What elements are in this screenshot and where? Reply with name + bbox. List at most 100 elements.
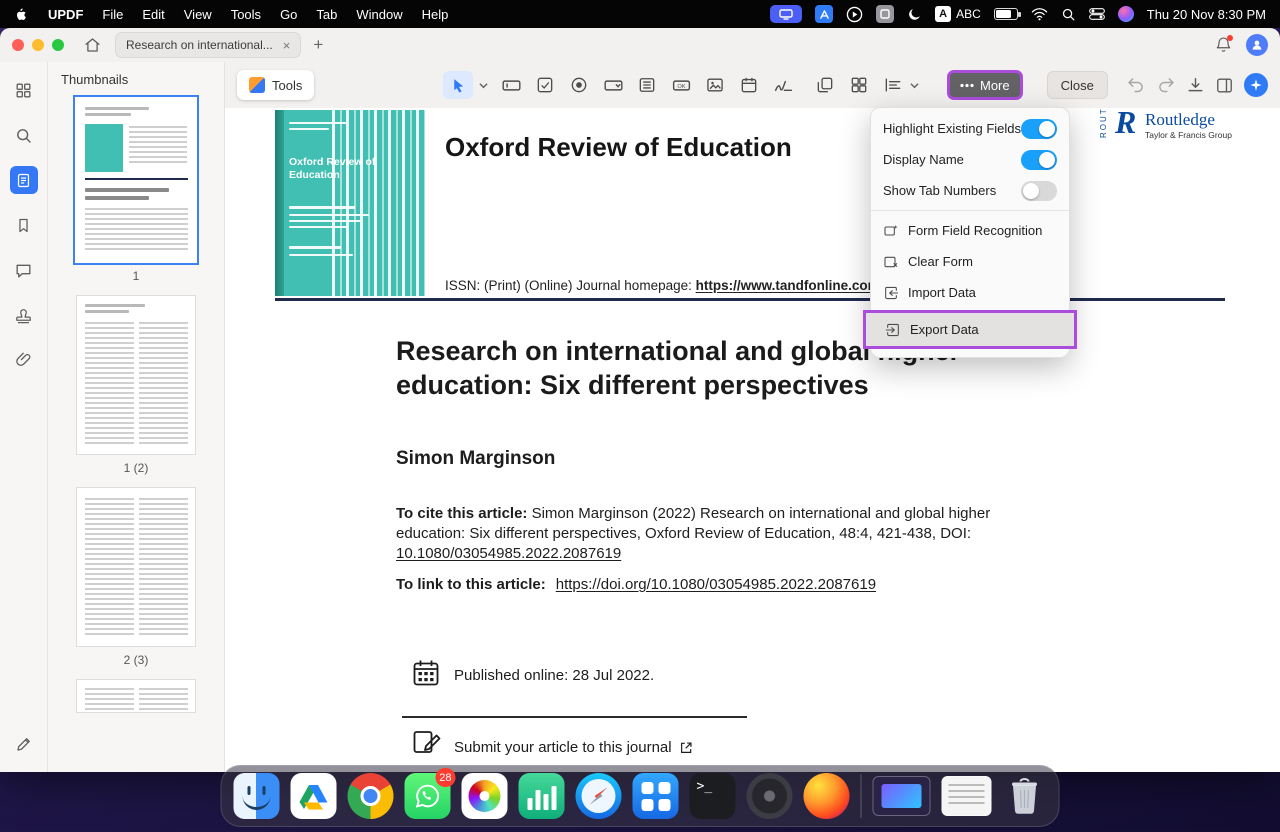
zoom-window-button[interactable] bbox=[52, 39, 64, 51]
updf-ai-icon[interactable] bbox=[1244, 73, 1268, 97]
menu-item-clear-form[interactable]: Clear Form bbox=[871, 246, 1069, 277]
wifi-icon[interactable] bbox=[1031, 7, 1048, 21]
chrome-icon[interactable] bbox=[348, 773, 394, 819]
copy-fields-tool[interactable] bbox=[814, 72, 836, 98]
undo-icon[interactable] bbox=[1126, 76, 1146, 94]
radio-button-tool[interactable] bbox=[568, 72, 590, 98]
menu-window[interactable]: Window bbox=[356, 7, 402, 22]
select-tool-button[interactable] bbox=[443, 71, 473, 99]
battery-icon[interactable] bbox=[994, 8, 1018, 20]
menu-item-highlight-existing-fields[interactable]: Highlight Existing Fields bbox=[871, 113, 1069, 144]
spotlight-search-icon[interactable] bbox=[1061, 7, 1076, 22]
new-tab-button[interactable]: + bbox=[313, 35, 323, 55]
trash-icon[interactable] bbox=[1003, 773, 1047, 819]
menu-help[interactable]: Help bbox=[422, 7, 449, 22]
menu-item-export-data[interactable]: Export Data bbox=[866, 313, 1074, 346]
display-name-toggle[interactable] bbox=[1021, 150, 1057, 170]
menu-item-form-field-recognition[interactable]: Form Field Recognition bbox=[871, 215, 1069, 246]
thumbnails-panel-icon[interactable] bbox=[10, 166, 38, 194]
search-icon[interactable] bbox=[10, 121, 38, 149]
siri-icon[interactable] bbox=[1118, 6, 1134, 22]
align-tool-chevron-icon[interactable] bbox=[910, 82, 919, 89]
multiple-fields-tool[interactable] bbox=[848, 72, 870, 98]
finder-icon[interactable] bbox=[234, 773, 280, 819]
menu-file[interactable]: File bbox=[102, 7, 123, 22]
terminal-icon[interactable]: >_ bbox=[690, 773, 736, 819]
menu-view[interactable]: View bbox=[184, 7, 212, 22]
bookmarks-icon[interactable] bbox=[10, 211, 38, 239]
home-icon[interactable] bbox=[84, 37, 101, 53]
input-source-label: ABC bbox=[956, 7, 981, 21]
close-form-mode-button[interactable]: Close bbox=[1047, 71, 1108, 99]
date-field-tool[interactable] bbox=[738, 72, 760, 98]
play-status-icon[interactable] bbox=[846, 6, 863, 23]
highlight-existing-fields-toggle[interactable] bbox=[1021, 119, 1057, 139]
submit-article-label[interactable]: Submit your article to this journal bbox=[454, 739, 672, 756]
window-preview-1[interactable] bbox=[873, 776, 931, 816]
journal-homepage-link[interactable]: https://www.tandfonline.com bbox=[696, 278, 880, 293]
page-thumbnail-1[interactable] bbox=[75, 97, 197, 263]
do-not-disturb-moon-icon[interactable] bbox=[907, 7, 922, 22]
align-fields-tool[interactable] bbox=[882, 72, 904, 98]
menu-item-show-tab-numbers[interactable]: Show Tab Numbers bbox=[871, 175, 1069, 206]
menu-tab[interactable]: Tab bbox=[316, 7, 337, 22]
attachments-paperclip-icon[interactable] bbox=[10, 346, 38, 374]
user-avatar[interactable] bbox=[1246, 34, 1268, 56]
input-source-indicator[interactable]: A ABC bbox=[935, 6, 981, 22]
pen-tool-icon[interactable] bbox=[10, 730, 38, 758]
app-grid-icon[interactable] bbox=[633, 773, 679, 819]
document-tab[interactable]: Research on international... × bbox=[115, 32, 301, 58]
checkbox-tool[interactable] bbox=[534, 72, 556, 98]
article-url-link[interactable]: https://doi.org/10.1080/03054985.2022.20… bbox=[556, 576, 876, 593]
safari-icon[interactable] bbox=[576, 773, 622, 819]
photos-icon[interactable] bbox=[462, 773, 508, 819]
page-thumbnail-2[interactable] bbox=[76, 295, 196, 455]
image-field-tool[interactable] bbox=[704, 72, 726, 98]
tools-icon bbox=[249, 77, 265, 93]
external-link-icon[interactable] bbox=[679, 741, 693, 755]
menu-tools[interactable]: Tools bbox=[231, 7, 261, 22]
menu-go[interactable]: Go bbox=[280, 7, 297, 22]
list-box-tool[interactable] bbox=[636, 72, 658, 98]
show-tab-numbers-toggle[interactable] bbox=[1021, 181, 1057, 201]
left-icon-rail bbox=[0, 62, 48, 772]
spreadsheet-app-icon[interactable] bbox=[519, 773, 565, 819]
doi-link[interactable]: 10.1080/03054985.2022.2087619 bbox=[396, 545, 621, 562]
menu-item-display-name[interactable]: Display Name bbox=[871, 144, 1069, 175]
page-thumbnail-4[interactable] bbox=[76, 679, 196, 713]
minimize-window-button[interactable] bbox=[32, 39, 44, 51]
tools-button[interactable]: Tools bbox=[237, 70, 314, 100]
select-tool-chevron-icon[interactable] bbox=[479, 82, 488, 89]
utility-app-icon[interactable] bbox=[876, 5, 894, 23]
menubar-app-name[interactable]: UPDF bbox=[48, 7, 83, 22]
menu-item-import-data[interactable]: Import Data bbox=[871, 277, 1069, 308]
dropdown-field-tool[interactable] bbox=[602, 72, 624, 98]
disc-app-icon[interactable] bbox=[747, 773, 793, 819]
grid-view-icon[interactable] bbox=[10, 76, 38, 104]
comments-icon[interactable] bbox=[10, 256, 38, 284]
firefox-icon[interactable] bbox=[804, 773, 850, 819]
drive-icon[interactable] bbox=[291, 773, 337, 819]
more-button[interactable]: More bbox=[947, 70, 1023, 100]
close-tab-icon[interactable]: × bbox=[283, 38, 291, 53]
issn-prefix: ISSN: (Print) (Online) Journal homepage: bbox=[445, 278, 696, 293]
notifications-bell-icon[interactable] bbox=[1215, 36, 1232, 54]
menu-edit[interactable]: Edit bbox=[142, 7, 164, 22]
window-preview-2[interactable] bbox=[942, 776, 992, 816]
page-thumbnail-3[interactable] bbox=[76, 487, 196, 647]
signature-field-tool[interactable] bbox=[772, 72, 794, 98]
control-center-icon[interactable] bbox=[1089, 7, 1105, 21]
stamp-icon[interactable] bbox=[10, 301, 38, 329]
save-download-icon[interactable] bbox=[1186, 76, 1205, 95]
share-panel-icon[interactable] bbox=[1215, 76, 1234, 95]
push-button-tool[interactable]: OK bbox=[670, 72, 692, 98]
screen-sharing-icon[interactable] bbox=[770, 5, 802, 23]
close-window-button[interactable] bbox=[12, 39, 24, 51]
translate-app-icon[interactable] bbox=[815, 5, 833, 23]
apple-menu-icon[interactable] bbox=[14, 6, 29, 23]
taylor-francis-subtitle: Taylor & Francis Group bbox=[1145, 130, 1232, 140]
menubar-clock[interactable]: Thu 20 Nov 8:30 PM bbox=[1147, 7, 1266, 22]
whatsapp-icon[interactable]: 28 bbox=[405, 773, 451, 819]
redo-icon[interactable] bbox=[1156, 76, 1176, 94]
text-field-tool[interactable] bbox=[500, 72, 522, 98]
